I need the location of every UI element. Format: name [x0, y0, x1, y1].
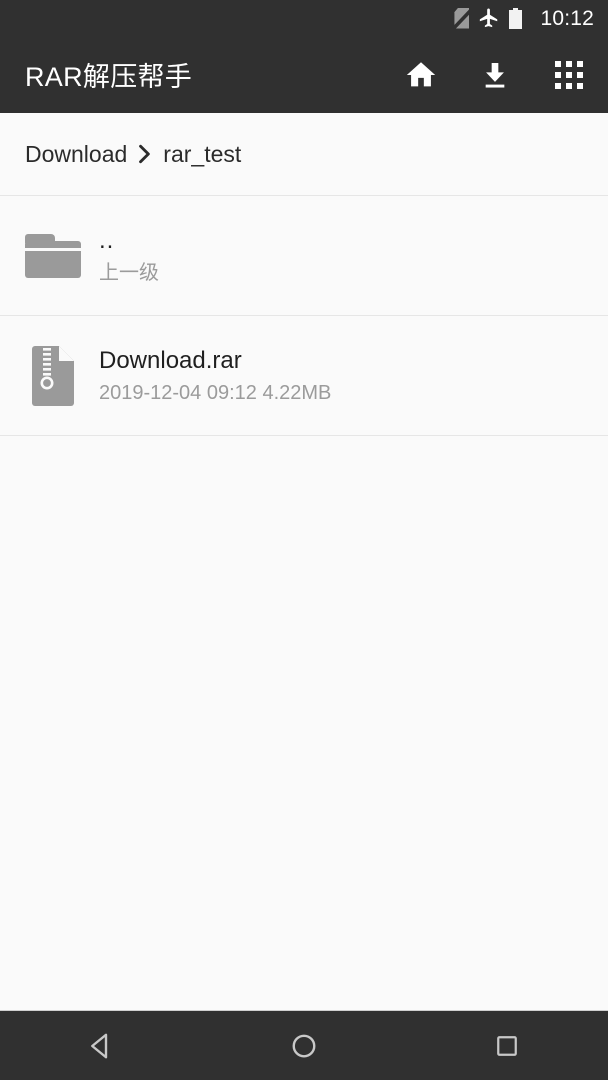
apps-grid-button[interactable] — [548, 54, 590, 96]
no-sim-icon — [452, 7, 474, 30]
back-button[interactable] — [56, 1011, 146, 1080]
home-button[interactable] — [400, 54, 442, 96]
archive-file-icon — [25, 345, 81, 407]
list-item-parent-directory[interactable]: .. 上一级 — [0, 196, 608, 316]
recents-button[interactable] — [462, 1011, 552, 1080]
chevron-right-icon — [137, 144, 153, 164]
folder-icon — [25, 225, 81, 287]
list-item-subtitle: 2019-12-04 09:12 4.22MB — [99, 381, 332, 404]
list-item-text: .. 上一级 — [99, 226, 159, 286]
status-bar-clock: 10:12 — [540, 6, 594, 30]
list-item-title: .. — [99, 226, 115, 254]
list-item-subtitle: 上一级 — [99, 261, 159, 284]
no-sim-slash — [452, 7, 474, 30]
breadcrumb-item-root[interactable]: Download — [25, 141, 127, 168]
apps-grid-icon — [555, 60, 583, 89]
status-icon-group: 10:12 — [452, 6, 594, 30]
download-icon — [485, 62, 505, 88]
airplane-mode-icon — [480, 8, 498, 28]
back-triangle-icon — [91, 1033, 108, 1058]
home-icon — [406, 61, 436, 86]
list-item-title: Download.rar — [99, 346, 242, 374]
recents-square-icon — [496, 1035, 517, 1056]
breadcrumb-item-current[interactable]: rar_test — [163, 141, 241, 168]
toolbar-actions — [400, 54, 590, 96]
app-toolbar: RAR解压帮手 — [0, 36, 608, 113]
download-button[interactable] — [474, 54, 516, 96]
list-item-text: Download.rar 2019-12-04 09:12 4.22MB — [99, 346, 331, 406]
file-list: .. 上一级 Download.rar 2019-12-04 09:12 4.2… — [0, 196, 608, 1010]
battery-icon — [509, 7, 523, 29]
status-bar: 10:12 — [0, 0, 608, 36]
app-title: RAR解压帮手 — [25, 62, 193, 92]
home-circle-icon — [292, 1034, 316, 1057]
app-root: 10:12 RAR解压帮手 Download rar_test .. 上一级 D… — [0, 0, 608, 1080]
breadcrumb: Download rar_test — [0, 113, 608, 196]
list-item-file[interactable]: Download.rar 2019-12-04 09:12 4.22MB — [0, 316, 608, 436]
home-button[interactable] — [259, 1011, 349, 1080]
system-navigation-bar — [0, 1010, 608, 1080]
